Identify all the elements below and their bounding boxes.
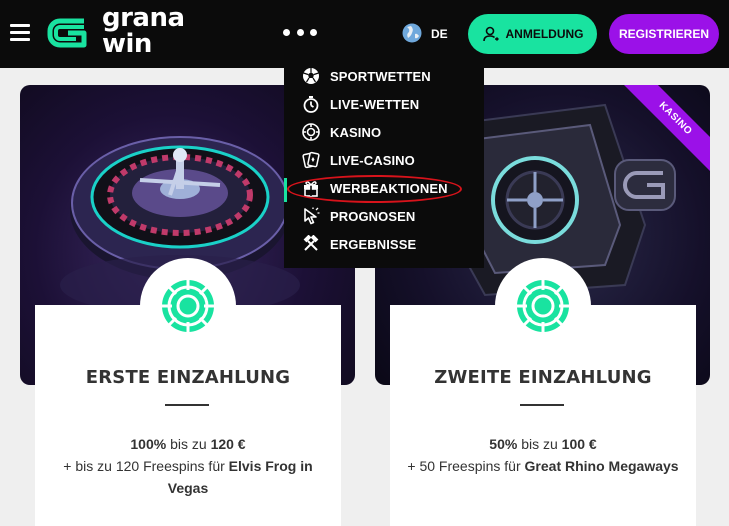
title-divider [165, 404, 209, 406]
more-dropdown-menu: SPORTWETTEN LIVE-WETTEN KASINO LIVE-CASI… [284, 60, 484, 268]
register-button-label: REGISTRIEREN [618, 27, 709, 41]
bonus-amount: 100 € [561, 436, 597, 452]
menu-item-live-casino[interactable]: LIVE-CASINO [284, 146, 484, 174]
cursor-icon [301, 206, 321, 226]
casino-chip-badge-icon [140, 258, 236, 354]
bonus-percent: 100% [130, 436, 167, 452]
menu-item-label: PROGNOSEN [330, 208, 416, 224]
menu-item-ergebnisse[interactable]: ERGEBNISSE [284, 230, 484, 258]
register-button[interactable]: REGISTRIEREN [609, 14, 719, 54]
red-highlight-circle [287, 175, 462, 203]
title-divider [520, 404, 564, 406]
menu-item-kasino[interactable]: KASINO [284, 118, 484, 146]
promo-title: ZWEITE EINZAHLUNG [434, 367, 652, 388]
globe-icon[interactable] [402, 23, 422, 43]
bonus-amount: 120 € [210, 436, 246, 452]
menu-item-label: LIVE-CASINO [330, 152, 415, 168]
menu-item-label: ERGEBNISSE [330, 236, 417, 252]
more-menu-dots-icon[interactable] [283, 29, 317, 37]
menu-item-sportwetten[interactable]: SPORTWETTEN [284, 62, 484, 90]
crossed-hammers-icon [301, 234, 321, 254]
bonus-percent: 50% [489, 436, 518, 452]
login-button[interactable]: ANMELDUNG [468, 14, 597, 54]
menu-item-label: LIVE-WETTEN [330, 96, 420, 112]
bonus-upto: bis zu [521, 436, 558, 452]
login-button-label: ANMELDUNG [505, 27, 584, 41]
stopwatch-icon [301, 94, 321, 114]
promo-title: ERSTE EINZAHLUNG [85, 367, 291, 388]
granawin-logo-icon[interactable] [46, 13, 92, 53]
promo-offer-text: 100% bis zu 120 € + bis zu 120 Freespins… [45, 433, 331, 499]
playing-cards-icon [301, 150, 321, 170]
hamburger-menu-icon[interactable] [10, 24, 30, 42]
menu-item-label: SPORTWETTEN [330, 68, 431, 84]
brand-wordmark[interactable]: grana win [102, 5, 185, 59]
menu-item-label: KASINO [330, 124, 382, 140]
casino-chip-badge-icon [495, 258, 591, 354]
brand-line-2: win [102, 29, 152, 59]
promo-offer-text: 50% bis zu 100 € + 50 Freespins für Grea… [400, 433, 686, 477]
casino-chip-icon [301, 122, 321, 142]
bonus-upto: bis zu [170, 436, 207, 452]
freespins-game: Great Rhino Megaways [524, 458, 679, 474]
top-header: grana win DE ANMELDUNG REGISTRIEREN [0, 0, 729, 68]
user-icon [482, 26, 499, 42]
language-selector[interactable]: DE [431, 27, 448, 41]
menu-item-live-wetten[interactable]: LIVE-WETTEN [284, 90, 484, 118]
freespins-text: + bis zu 120 Freespins für [63, 458, 225, 474]
menu-item-prognosen[interactable]: PROGNOSEN [284, 202, 484, 230]
freespins-text: + 50 Freespins für [407, 458, 521, 474]
soccer-ball-icon [301, 66, 321, 86]
